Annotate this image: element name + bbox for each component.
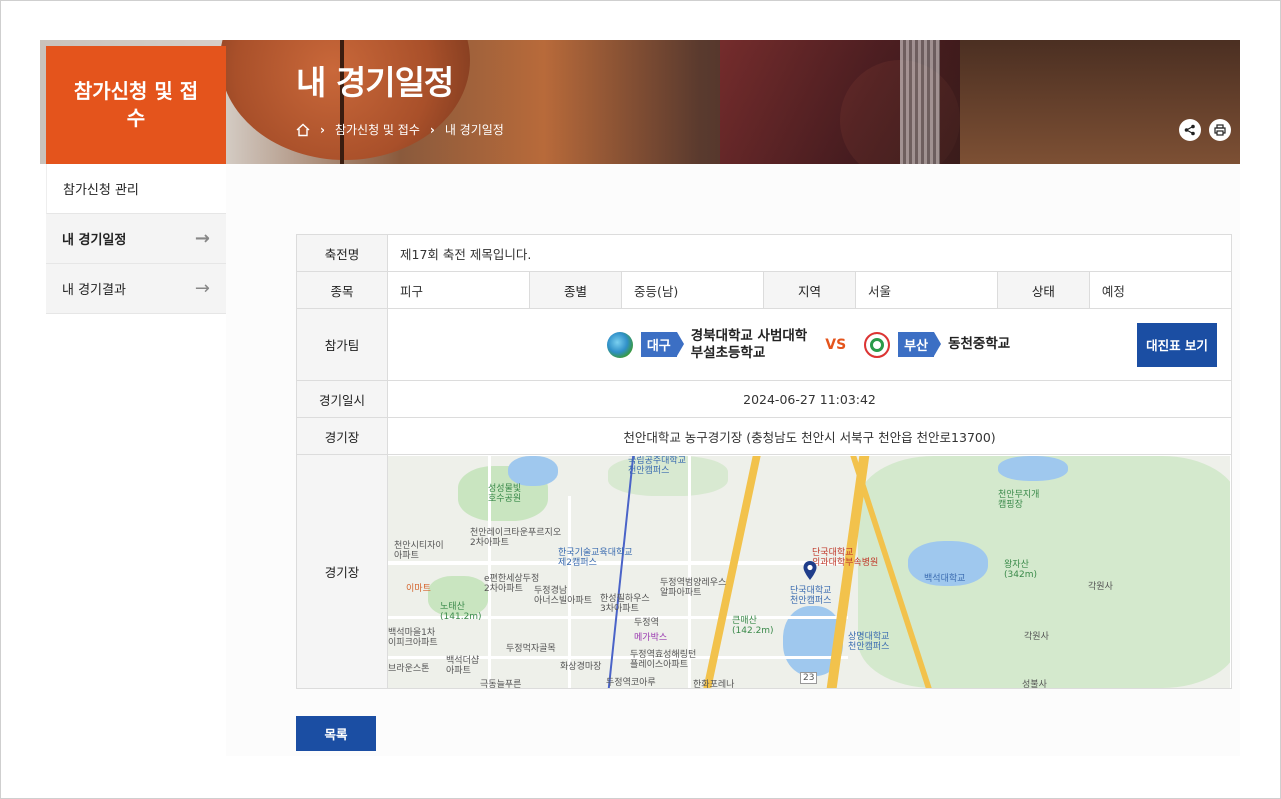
arrow-right-icon: → [194,228,210,249]
chevron-right-icon: › [429,122,435,137]
map-label: 경기장 [295,454,389,689]
section-title: 참가신청 및 접수 [46,46,226,164]
map-label-text: 두정역효성해링턴 플레이스아파트 [630,649,697,670]
breadcrumb-item[interactable]: 내 경기일정 [445,121,504,138]
versus-label: VS [825,336,847,353]
chevron-right-icon: › [320,122,325,137]
side-nav-item-application[interactable]: 참가신청 관리 [46,164,226,214]
map-label-text: 성성물빛 호수공원 [488,483,522,504]
map-cell: 국립공주대학교 천안캠퍼스 성성물빛 호수공원 천안레이크타운푸르지오 2차아파트 천… [387,454,1232,689]
team-b-name: 동천중학교 [948,336,1011,352]
side-nav-label: 내 경기결과 [62,283,126,298]
map-label-text: 천안무지개 캠핑장 [998,489,1040,510]
map-label-text: e편한세상두정 2차아파트 [484,573,540,594]
map-label-text: 백석마을1차 이피크아파트 [388,627,438,648]
side-nav-item-my-schedule[interactable]: 내 경기일정 → [46,214,226,264]
home-icon[interactable] [296,123,310,137]
side-nav-label: 참가신청 관리 [63,183,139,198]
category-label: 종별 [529,271,622,309]
team-a-name: 경북대학교 사범대학 부설초등학교 [690,327,808,361]
venue-map[interactable]: 국립공주대학교 천안캠퍼스 성성물빛 호수공원 천안레이크타운푸르지오 2차아파트 천… [388,455,1231,688]
view-bracket-button[interactable]: 대진표 보기 [1137,322,1217,367]
breadcrumb: › 참가신청 및 접수 › 내 경기일정 [296,121,504,138]
venue-label: 경기장 [295,417,389,455]
datetime-label: 경기일시 [295,380,389,418]
map-label-text: 메가박스 [634,632,668,643]
team-a-region-badge: 대구 [640,332,684,357]
map-label-text: 한성필하우스 3차아파트 [600,593,650,614]
status-value: 예정 [1088,271,1233,309]
map-label-text: 왕자산 (342m) [1004,559,1037,580]
map-label-text: 극동늘푸른 [480,679,522,688]
map-label-text: 두정역 [634,617,659,628]
print-icon [1214,124,1226,136]
route-shield: 23 [800,671,818,684]
map-label-text: 백석더샵 아파트 [446,655,480,676]
school-emblem-icon [864,331,891,358]
venue-value: 천안대학교 농구경기장 (충청남도 천안시 서북구 천안읍 천안로13700) [387,417,1232,455]
map-label-text: 각원사 [1088,581,1113,592]
map-label-text: 두정먹자골목 [506,643,556,654]
map-label-text: 노태산 (141.2m) [440,601,482,622]
location-pin-icon[interactable] [802,560,818,585]
map-label-text: 단국대학교 의과대학부속병원 [812,547,879,568]
team-b-region-badge: 부산 [898,332,941,357]
region-label: 지역 [762,271,856,309]
status-label: 상태 [996,271,1090,309]
map-label-text: 단국대학교 천안캠퍼스 [790,585,832,606]
table-row: 경기장 국립공주대학교 천안캠퍼스 성성물빛 호수공원 천안레이크타운푸르지오 … [295,454,1232,689]
side-nav-item-my-results[interactable]: 내 경기결과 → [46,264,226,314]
arrow-right-icon: → [194,278,210,299]
table-row: 종목 피구 종별 중등(남) 지역 서울 상태 예정 [295,271,1233,309]
map-label-text: 국립공주대학교 천안캠퍼스 [628,455,686,476]
event-label: 종목 [295,271,389,309]
region-value: 서울 [854,271,998,309]
print-button[interactable] [1209,119,1231,141]
map-label-text: 이마트 [406,583,431,594]
map-label-text: 두정경남 아너스빌아파트 [534,585,592,606]
share-icon [1184,124,1195,136]
teams-label: 참가팀 [295,308,389,381]
map-label-text: 천안시티자이 아파트 [394,540,444,561]
team-a: 대구 경북대학교 사범대학 부설초등학교 [606,327,808,362]
map-label-text: 상명대학교 천안캠퍼스 [848,631,890,652]
event-value: 피구 [387,271,530,309]
festival-label: 축전명 [295,234,389,272]
map-label-text: 큰매산 (142.2m) [732,615,774,636]
table-row: 참가팀 대구 경북대학교 사범대학 부설초등학교 VS 부산 동천중학교 대진표… [295,308,1232,381]
list-button[interactable]: 목록 [296,716,376,751]
page-title: 내 경기일정 [296,63,454,102]
map-label-text: 성불사 [1022,679,1047,688]
side-nav-label: 내 경기일정 [62,233,127,248]
match-info-table: 축전명 제17회 축전 제목입니다. 종목 피구 종별 중등(남) 지역 서울 … [295,234,1233,689]
school-emblem-icon [606,331,633,358]
table-row: 경기장 천안대학교 농구경기장 (충청남도 천안시 서북구 천안읍 천안로137… [295,417,1232,455]
map-label-text: 두정역범양레우스 알파아파트 [660,577,727,598]
teams-cell: 대구 경북대학교 사범대학 부설초등학교 VS 부산 동천중학교 대진표 보기 [387,308,1232,381]
team-b: 부산 동천중학교 [864,331,1011,358]
map-label-text: 한국기술교육대학교 제2캠퍼스 [558,547,633,568]
table-row: 축전명 제17회 축전 제목입니다. [295,234,1232,272]
map-label-text: 두정역코아루 [606,677,656,688]
datetime-value: 2024-06-27 11:03:42 [387,380,1232,418]
map-label-text: 브라운스톤 [388,663,430,674]
map-label-text: 각원사 [1024,631,1049,642]
map-label-text: 한화포레나 [693,679,735,688]
category-value: 중등(남) [620,271,764,309]
festival-value: 제17회 축전 제목입니다. [387,234,1232,272]
map-label-text: 화상경마장 [560,661,602,672]
map-label-text: 백석대학교 [924,573,966,584]
side-nav: 참가신청 관리 내 경기일정 → 내 경기결과 → [46,164,226,314]
table-row: 경기일시 2024-06-27 11:03:42 [295,380,1232,418]
share-button[interactable] [1179,119,1201,141]
breadcrumb-item[interactable]: 참가신청 및 접수 [335,121,420,138]
map-label-text: 천안레이크타운푸르지오 2차아파트 [470,527,562,548]
